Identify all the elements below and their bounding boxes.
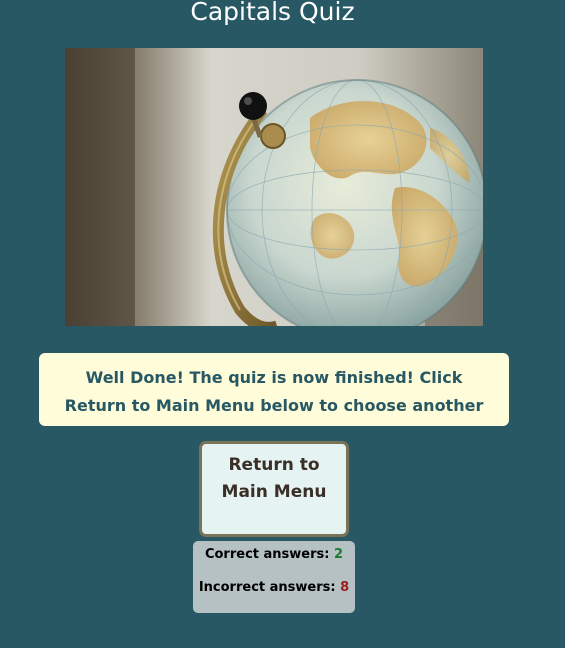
message-text-end: below to choose another quiz.	[252, 396, 484, 443]
return-to-main-menu-button[interactable]: Return to Main Menu	[199, 441, 349, 537]
score-panel: Correct answers: 2 Incorrect answers: 8	[193, 541, 355, 613]
message-text-start: Well Done! The quiz is now finished! Cli…	[85, 368, 463, 387]
incorrect-answers-row: Incorrect answers: 8	[193, 580, 355, 595]
incorrect-answers-count: 8	[340, 580, 350, 595]
page-title: Capitals Quiz	[190, 0, 355, 26]
message-return-highlight: Return to Main Menu	[64, 396, 255, 415]
correct-answers-count: 2	[333, 547, 344, 562]
correct-answers-label: Correct answers:	[204, 547, 334, 562]
correct-answers-row: Correct answers: 2	[193, 547, 355, 562]
hero-globe-image	[65, 48, 483, 326]
globe-illustration	[65, 48, 483, 326]
quiz-finished-message: Well Done! The quiz is now finished! Cli…	[39, 353, 509, 443]
incorrect-answers-label: Incorrect answers:	[198, 580, 341, 595]
